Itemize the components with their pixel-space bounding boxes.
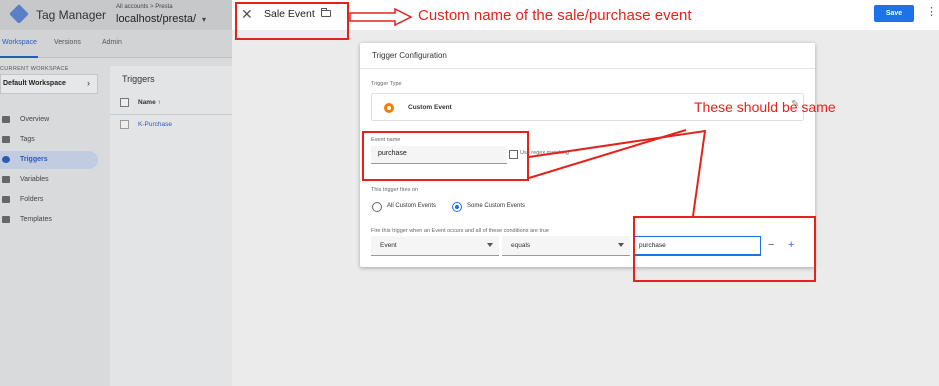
trigger-type-name: Custom Event	[408, 104, 452, 111]
template-icon	[2, 216, 10, 223]
sidebar-item-overview[interactable]: Overview	[0, 111, 98, 129]
annotation-note-event-name: Custom name of the sale/purchase event	[418, 7, 692, 24]
main-tabs: Workspace Versions Admin	[0, 30, 232, 58]
some-custom-events-label[interactable]: Some Custom Events	[467, 203, 525, 209]
gtm-workspace-background: Tag Manager All accounts > Presta localh…	[0, 0, 232, 386]
active-tab-underline	[0, 56, 38, 58]
sidebar-item-folders[interactable]: Folders	[0, 191, 98, 209]
chevron-right-icon: ›	[87, 78, 90, 88]
fires-on-label: This trigger fires on	[371, 187, 419, 193]
trigger-type-label: Trigger Type	[371, 81, 402, 87]
workspace-name: Default Workspace	[3, 80, 66, 87]
select-value: Event	[380, 242, 397, 249]
triggers-list-card: Triggers Name ↑ K-Purchase	[110, 66, 232, 386]
condition-label: Fire this trigger when an Event occurs a…	[371, 228, 549, 234]
sidebar-item-label: Triggers	[20, 156, 48, 163]
overview-icon	[2, 116, 10, 123]
trigger-icon	[2, 156, 10, 163]
account-breadcrumb[interactable]: All accounts > Presta	[116, 4, 173, 10]
dropdown-caret-icon	[487, 243, 493, 247]
all-custom-events-label[interactable]: All Custom Events	[387, 203, 436, 209]
triggers-heading: Triggers	[122, 74, 155, 84]
sidebar-item-label: Tags	[20, 136, 35, 143]
condition-variable-select[interactable]: Event	[371, 236, 499, 256]
trigger-row-link[interactable]: K-Purchase	[138, 121, 172, 128]
container-caret-icon[interactable]: ▾	[202, 15, 206, 24]
sidebar-item-label: Folders	[20, 196, 44, 203]
select-value: equals	[511, 242, 531, 249]
more-options-icon[interactable]: ⋮	[926, 5, 937, 18]
condition-operator-select[interactable]: equals	[502, 236, 630, 256]
annotation-box-trigger-name	[235, 2, 349, 40]
divider	[360, 68, 815, 69]
row-checkbox[interactable]	[120, 120, 129, 129]
dropdown-caret-icon	[618, 243, 624, 247]
gtm-logo-icon	[9, 4, 29, 24]
sidebar-item-label: Variables	[20, 176, 49, 183]
sidebar-item-label: Overview	[20, 116, 50, 123]
sidebar-item-triggers[interactable]: Triggers	[0, 151, 98, 169]
select-all-checkbox[interactable]	[120, 98, 129, 107]
sidebar-item-variables[interactable]: Variables	[0, 171, 98, 189]
annotation-note-same: These should be same	[694, 99, 836, 115]
save-button[interactable]: Save	[874, 5, 914, 22]
app-title: Tag Manager	[36, 8, 107, 22]
sidebar-item-tags[interactable]: Tags	[0, 131, 98, 149]
folder-icon	[2, 196, 10, 203]
variables-icon	[2, 176, 10, 183]
gtm-top-bar: Tag Manager All accounts > Presta localh…	[0, 0, 232, 30]
some-custom-events-radio[interactable]	[452, 202, 462, 212]
tab-workspace[interactable]: Workspace	[2, 39, 37, 46]
tab-admin[interactable]: Admin	[102, 39, 122, 46]
container-selector[interactable]: localhost/presta/	[116, 13, 196, 25]
annotation-box-event-name	[362, 131, 529, 181]
sidebar-item-templates[interactable]: Templates	[0, 211, 98, 229]
annotation-box-condition-value	[633, 216, 816, 282]
custom-event-icon	[384, 103, 394, 113]
divider	[110, 114, 232, 115]
current-workspace-label: CURRENT WORKSPACE	[0, 66, 69, 72]
all-custom-events-radio[interactable]	[372, 202, 382, 212]
name-column-header[interactable]: Name ↑	[138, 99, 161, 106]
sidebar-item-label: Templates	[20, 216, 52, 223]
workspace-selector[interactable]: Default Workspace ›	[0, 74, 98, 94]
tag-icon	[2, 136, 10, 143]
tab-versions[interactable]: Versions	[54, 39, 81, 46]
card-title: Trigger Configuration	[372, 51, 447, 60]
